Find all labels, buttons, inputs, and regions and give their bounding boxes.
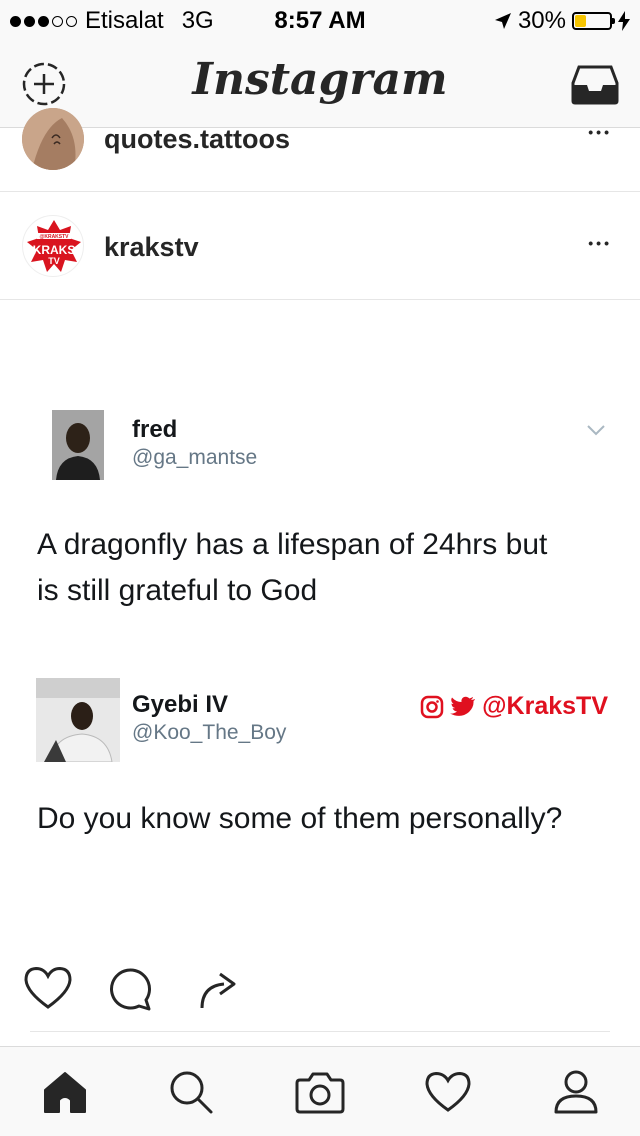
tab-search[interactable]	[166, 1067, 216, 1117]
instagram-logo: Instagram	[192, 54, 448, 105]
post-username[interactable]: quotes.tattoos	[104, 124, 290, 155]
like-button[interactable]	[22, 964, 74, 1012]
divider	[30, 1031, 610, 1032]
tab-camera[interactable]	[295, 1067, 345, 1117]
watermark-text: @KraksTV	[482, 692, 608, 720]
battery-icon	[572, 12, 615, 30]
post-actions	[0, 950, 640, 1030]
svg-text:KRAKS: KRAKS	[33, 243, 76, 257]
battery-percent: 30%	[517, 7, 566, 34]
post-image[interactable]: fred @ga_mantse A dragonfly has a lifesp…	[0, 300, 640, 950]
chevron-down-icon	[587, 425, 605, 436]
more-options-button[interactable]: •••	[588, 235, 612, 251]
instagram-logo-icon	[420, 695, 444, 718]
charging-bolt-icon	[618, 11, 630, 31]
post-username[interactable]: krakstv	[104, 232, 199, 263]
reply-author-name: Gyebi IV	[132, 691, 229, 718]
tab-activity[interactable]	[423, 1067, 473, 1117]
user-avatar[interactable]	[22, 108, 84, 170]
heart-icon	[24, 966, 72, 1009]
reply-text: Do you know some of them personally?	[37, 802, 563, 835]
camera-icon	[295, 1072, 345, 1114]
battery-info: 30%	[494, 7, 630, 35]
share-icon	[200, 972, 236, 1009]
more-options-button[interactable]: •••	[588, 124, 612, 140]
activity-heart-icon	[425, 1071, 471, 1112]
tab-profile[interactable]	[551, 1067, 601, 1117]
comment-icon	[110, 968, 151, 1011]
tweet-author-handle: @ga_mantse	[132, 446, 258, 469]
svg-text:@KRAKSTV: @KRAKSTV	[39, 234, 69, 240]
comment-button[interactable]	[106, 964, 156, 1014]
direct-inbox-icon	[571, 65, 619, 105]
share-button[interactable]	[192, 964, 242, 1014]
search-icon	[170, 1071, 213, 1114]
svg-text:TV: TV	[48, 256, 60, 266]
tab-home[interactable]	[40, 1067, 90, 1117]
watermark: @KraksTV	[420, 692, 608, 721]
home-icon	[44, 1072, 86, 1113]
tweet-author-avatar	[52, 410, 104, 480]
bottom-tab-bar	[0, 1046, 640, 1136]
location-arrow-icon	[494, 13, 511, 29]
post-header: quotes.tattoos •••	[0, 108, 640, 192]
direct-inbox-button[interactable]	[570, 64, 620, 106]
app-header: Instagram	[0, 40, 640, 128]
status-bar: Etisalat 3G 8:57 AM 30%	[0, 0, 640, 40]
tweet-author-name: fred	[132, 416, 178, 443]
profile-icon	[554, 1070, 598, 1114]
tweet-text: A dragonfly has a lifespan of 24hrs but …	[37, 528, 548, 607]
twitter-bird-icon	[450, 696, 476, 716]
user-avatar[interactable]: @KRAKSTV KRAKS TV	[22, 215, 84, 277]
reply-author-handle: @Koo_The_Boy	[132, 721, 287, 744]
reply-author-avatar	[36, 678, 120, 762]
post-header: @KRAKSTV KRAKS TV krakstv •••	[0, 192, 640, 300]
